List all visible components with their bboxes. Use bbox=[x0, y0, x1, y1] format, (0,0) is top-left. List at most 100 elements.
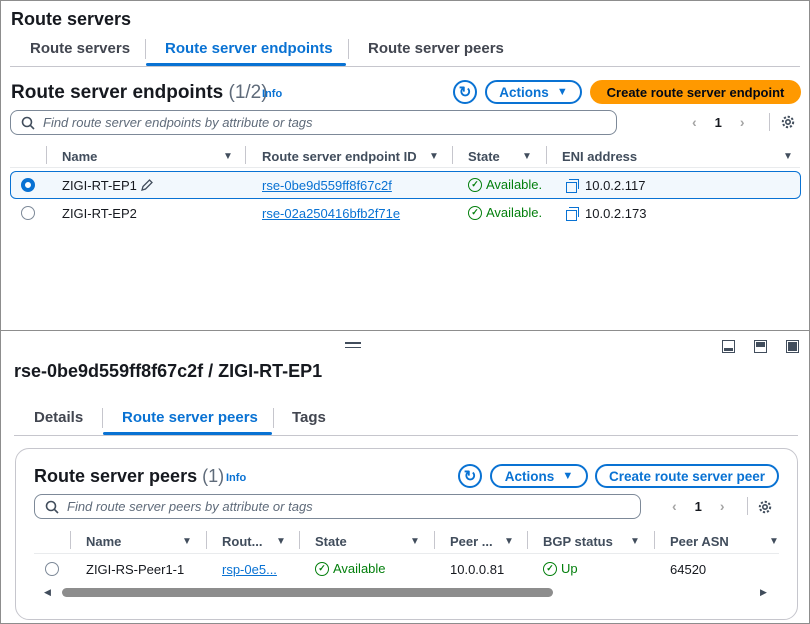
search-placeholder: Find route server endpoints by attribute… bbox=[43, 115, 313, 130]
tab-separator bbox=[145, 39, 146, 59]
endpoints-heading: Route server endpoints (1/2) bbox=[11, 82, 268, 104]
panel-full-icon[interactable] bbox=[786, 340, 799, 353]
create-route-server-endpoint-button[interactable]: Create route server endpoint bbox=[590, 80, 801, 104]
edit-pencil-icon[interactable] bbox=[140, 178, 154, 195]
status-check-icon: ✓ bbox=[315, 561, 329, 576]
sort-down-icon[interactable]: ▼ bbox=[410, 536, 420, 547]
chevron-right-icon[interactable]: › bbox=[740, 114, 745, 130]
column-separator bbox=[527, 531, 528, 549]
eni-address-text: 10.0.2.173 bbox=[585, 206, 647, 221]
header-divider bbox=[10, 167, 800, 168]
detail-title: rse-0be9d559ff8f67c2f / ZIGI-RT-EP1 bbox=[14, 361, 323, 381]
column-header-peer-address[interactable]: Peer ... bbox=[450, 534, 493, 549]
row-select-radio[interactable] bbox=[21, 206, 35, 220]
split-panel-divider bbox=[0, 330, 810, 331]
tab-route-server-endpoints[interactable]: Route server endpoints bbox=[165, 40, 333, 57]
peers-refresh-button[interactable]: ↻ bbox=[458, 464, 482, 488]
endpoints-heading-text: Route server endpoints bbox=[11, 82, 224, 103]
column-separator bbox=[654, 531, 655, 549]
column-header-peer-asn[interactable]: Peer ASN bbox=[670, 534, 729, 549]
peer-address: 10.0.0.81 bbox=[450, 562, 505, 577]
settings-gear-icon[interactable] bbox=[780, 114, 796, 133]
chevron-left-icon[interactable]: ‹ bbox=[672, 498, 677, 514]
tab-route-server-peers[interactable]: Route server peers bbox=[368, 40, 504, 57]
tab-route-servers[interactable]: Route servers bbox=[30, 40, 130, 57]
sort-down-icon[interactable]: ▼ bbox=[182, 536, 192, 547]
status-check-icon: ✓ bbox=[468, 177, 482, 192]
sort-down-icon[interactable]: ▼ bbox=[522, 151, 532, 162]
column-header-endpoint-id[interactable]: Route server endpoint ID bbox=[262, 149, 417, 164]
column-separator bbox=[245, 146, 246, 164]
peers-heading-text: Route server peers bbox=[34, 466, 198, 486]
copy-icon[interactable] bbox=[566, 207, 579, 221]
panel-bottom-icon[interactable] bbox=[722, 340, 735, 353]
bgp-status-text: Up bbox=[561, 561, 578, 576]
tab-details[interactable]: Details bbox=[34, 409, 83, 426]
peers-pagination: ‹ 1 › bbox=[672, 498, 725, 514]
detail-tabs-divider bbox=[14, 435, 798, 436]
status-check-icon: ✓ bbox=[468, 205, 482, 220]
horizontal-scrollbar-thumb[interactable] bbox=[62, 588, 553, 597]
endpoints-search-input[interactable]: Find route server endpoints by attribute… bbox=[10, 110, 617, 135]
column-header-name[interactable]: Name bbox=[86, 534, 121, 549]
sort-down-icon[interactable]: ▼ bbox=[276, 536, 286, 547]
endpoints-pagination: ‹ 1 › bbox=[692, 114, 745, 130]
pager-separator bbox=[747, 497, 748, 515]
tab-tags[interactable]: Tags bbox=[292, 409, 326, 426]
actions-label: Actions bbox=[504, 468, 555, 484]
column-header-bgp-status[interactable]: BGP status bbox=[543, 534, 613, 549]
peer-id-link[interactable]: rsp-0e5... bbox=[222, 562, 277, 577]
endpoint-id-link[interactable]: rse-02a250416bfb2f71e bbox=[262, 206, 400, 221]
drag-handle-icon[interactable] bbox=[345, 342, 361, 348]
column-header-eni-address[interactable]: ENI address bbox=[562, 149, 637, 164]
sort-down-icon[interactable]: ▼ bbox=[223, 151, 233, 162]
tab-route-server-peers-detail[interactable]: Route server peers bbox=[122, 409, 258, 426]
column-separator bbox=[546, 146, 547, 164]
search-placeholder: Find route server peers by attribute or … bbox=[67, 499, 313, 514]
page-number[interactable]: 1 bbox=[715, 115, 722, 130]
column-header-route-server-peer-id[interactable]: Rout... bbox=[222, 534, 262, 549]
row-select-radio[interactable] bbox=[45, 562, 59, 576]
chevron-right-icon[interactable]: › bbox=[720, 498, 725, 514]
endpoint-id-link[interactable]: rse-0be9d559ff8f67c2f bbox=[262, 178, 392, 193]
panel-side-icon[interactable] bbox=[754, 340, 767, 353]
sort-down-icon[interactable]: ▼ bbox=[769, 536, 779, 547]
eni-address-text: 10.0.2.117 bbox=[585, 178, 646, 193]
endpoint-name: ZIGI-RT-EP2 bbox=[62, 206, 137, 221]
header-divider bbox=[34, 553, 779, 554]
column-separator bbox=[299, 531, 300, 549]
peers-search-input[interactable]: Find route server peers by attribute or … bbox=[34, 494, 641, 519]
page-number[interactable]: 1 bbox=[695, 499, 702, 514]
row-select-radio[interactable] bbox=[21, 178, 35, 192]
column-separator bbox=[70, 531, 71, 549]
sort-down-icon[interactable]: ▼ bbox=[504, 536, 514, 547]
state-text: Available. bbox=[486, 177, 543, 192]
create-route-server-peer-button[interactable]: Create route server peer bbox=[595, 464, 779, 488]
refresh-button[interactable]: ↻ bbox=[453, 80, 477, 104]
actions-button[interactable]: Actions ▼ bbox=[485, 80, 582, 104]
eni-address: 10.0.2.117 bbox=[566, 178, 645, 193]
copy-icon[interactable] bbox=[566, 179, 579, 193]
scroll-right-icon[interactable]: ▶ bbox=[760, 587, 767, 598]
settings-gear-icon[interactable] bbox=[757, 499, 773, 518]
sort-down-icon[interactable]: ▼ bbox=[630, 536, 640, 547]
column-separator bbox=[206, 531, 207, 549]
column-header-name[interactable]: Name bbox=[62, 149, 97, 164]
sort-down-icon[interactable]: ▼ bbox=[783, 151, 793, 162]
chevron-left-icon[interactable]: ‹ bbox=[692, 114, 697, 130]
search-icon bbox=[45, 500, 59, 514]
tab-separator bbox=[273, 408, 274, 428]
peers-actions-button[interactable]: Actions ▼ bbox=[490, 464, 588, 488]
scroll-left-icon[interactable]: ◀ bbox=[44, 587, 51, 598]
column-header-state[interactable]: State bbox=[468, 149, 500, 164]
peers-info-link[interactable]: Info bbox=[226, 472, 246, 484]
refresh-icon: ↻ bbox=[458, 84, 472, 101]
sort-down-icon[interactable]: ▼ bbox=[429, 151, 439, 162]
bgp-status: ✓ Up bbox=[543, 561, 578, 576]
column-separator bbox=[452, 146, 453, 164]
tabs-divider bbox=[10, 66, 800, 67]
column-header-state[interactable]: State bbox=[315, 534, 347, 549]
tab-separator bbox=[348, 39, 349, 59]
endpoints-info-link[interactable]: Info bbox=[262, 88, 282, 100]
endpoint-name: ZIGI-RT-EP1 bbox=[62, 178, 137, 193]
